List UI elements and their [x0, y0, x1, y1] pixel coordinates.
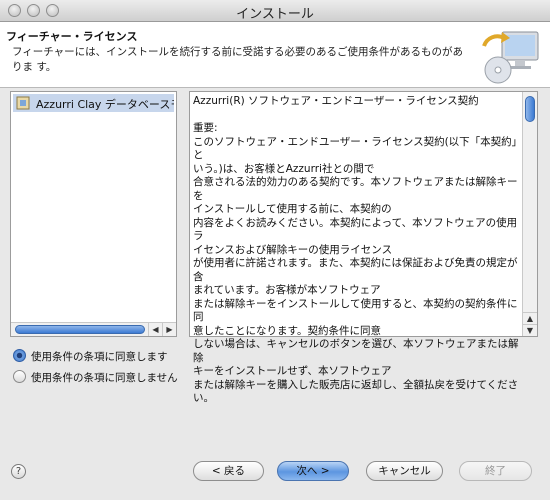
- accept-label[interactable]: 使用条件の条項に同意します: [31, 349, 168, 364]
- accept-radio[interactable]: [13, 349, 26, 362]
- decline-radio[interactable]: [13, 370, 26, 383]
- page-title: フィーチャー・ライセンス: [6, 30, 138, 43]
- license-text: Azzurri(R) ソフトウェア・エンドユーザー・ライセンス契約 重要: この…: [193, 95, 519, 404]
- feature-item[interactable]: Azzurri Clay データベースモ: [13, 94, 174, 112]
- cancel-button[interactable]: キャンセル: [366, 461, 443, 481]
- scroll-down-icon[interactable]: ▼: [523, 324, 537, 336]
- horizontal-scrollbar[interactable]: ◀ ▶: [11, 322, 176, 336]
- back-button[interactable]: < 戻る: [193, 461, 264, 481]
- finish-button[interactable]: 終了: [459, 461, 532, 481]
- title-bar: インストール: [0, 0, 550, 22]
- scroll-right-icon[interactable]: ▶: [162, 323, 176, 336]
- help-button[interactable]: ?: [11, 464, 26, 479]
- install-window: インストール フィーチャー・ライセンス フィーチャーには、インストールを続行する…: [0, 0, 550, 500]
- feature-label: Azzurri Clay データベースモ: [36, 98, 174, 111]
- scroll-left-icon[interactable]: ◀: [148, 323, 162, 336]
- vertical-scrollbar[interactable]: ▲ ▼: [522, 92, 537, 336]
- license-text-area[interactable]: Azzurri(R) ソフトウェア・エンドユーザー・ライセンス契約 重要: この…: [189, 91, 538, 404]
- feature-plugin-icon: [16, 96, 30, 110]
- scrollbar-thumb[interactable]: [525, 96, 535, 122]
- page-description: フィーチャーには、インストールを続行する前に受諾する必要のあるご使用条件があるも…: [12, 46, 463, 73]
- wizard-header: フィーチャー・ライセンス フィーチャーには、インストールを続行する前に受諾する必…: [0, 22, 550, 88]
- decline-label[interactable]: 使用条件の条項に同意しません: [31, 370, 178, 385]
- window-title: インストール: [236, 7, 314, 22]
- install-wizard-icon: [482, 31, 539, 84]
- scrollbar-thumb[interactable]: [15, 325, 145, 334]
- feature-list[interactable]: Azzurri Clay データベースモ ◀ ▶: [10, 91, 177, 337]
- next-button[interactable]: 次へ >: [277, 461, 349, 481]
- scroll-up-icon[interactable]: ▲: [523, 312, 537, 324]
